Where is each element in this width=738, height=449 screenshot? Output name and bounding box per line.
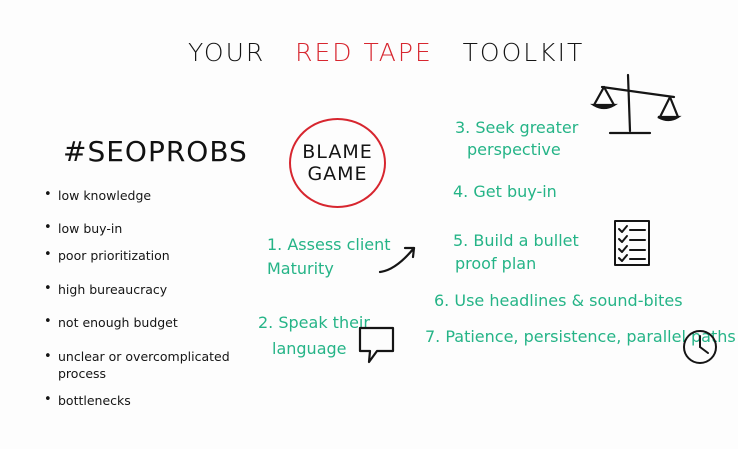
checklist-icon <box>614 220 650 266</box>
step-2-line1: 2. Speak their <box>258 313 370 332</box>
step-5-line1: 5. Build a bullet <box>453 231 579 250</box>
list-item: not enough budget <box>44 314 264 330</box>
step-1: 1. Assess client Maturity <box>267 235 391 279</box>
clock-icon <box>683 330 717 364</box>
seoprobs-heading: #SEOPROBS <box>63 135 248 168</box>
step-5: 5. Build a bullet proof plan <box>453 231 579 274</box>
trend-arrow-icon <box>378 246 416 274</box>
seo-problems-list: low knowledge low buy-in poor prioritiza… <box>44 187 264 408</box>
blame-game-circle: BLAME GAME <box>289 118 386 208</box>
list-item: unclear or overcomplicated process <box>44 348 258 383</box>
step-1-line1: 1. Assess client <box>267 235 391 254</box>
list-item: low buy-in <box>44 220 264 236</box>
list-item: high bureaucracy <box>44 281 264 297</box>
step-1-line2: Maturity <box>267 259 334 279</box>
whiteboard: YOUR RED TAPE TOOLKIT #SEOPROBS low know… <box>0 0 738 449</box>
scale-icon <box>590 73 682 135</box>
step-3-line2: perspective <box>467 140 561 160</box>
list-item: bottlenecks <box>44 392 264 408</box>
list-item: poor prioritization <box>44 247 264 263</box>
title-part-red-tape: RED TAPE <box>295 38 433 67</box>
step-4: 4. Get buy-in <box>453 182 557 201</box>
page-title: YOUR RED TAPE TOOLKIT <box>188 40 584 65</box>
blame-label: BLAME <box>302 141 373 163</box>
step-2: 2. Speak their language <box>258 313 370 359</box>
title-part-your: YOUR <box>188 38 266 67</box>
game-label: GAME <box>307 163 368 185</box>
step-5-line2: proof plan <box>455 254 537 274</box>
step-2-line2: language <box>272 339 347 359</box>
title-part-toolkit: TOOLKIT <box>462 38 585 67</box>
list-item: low knowledge <box>44 187 264 203</box>
speech-bubble-icon <box>358 326 395 364</box>
step-3-line1: 3. Seek greater <box>455 118 579 137</box>
step-3: 3. Seek greater perspective <box>455 118 579 160</box>
step-6: 6. Use headlines & sound-bites <box>434 291 683 310</box>
